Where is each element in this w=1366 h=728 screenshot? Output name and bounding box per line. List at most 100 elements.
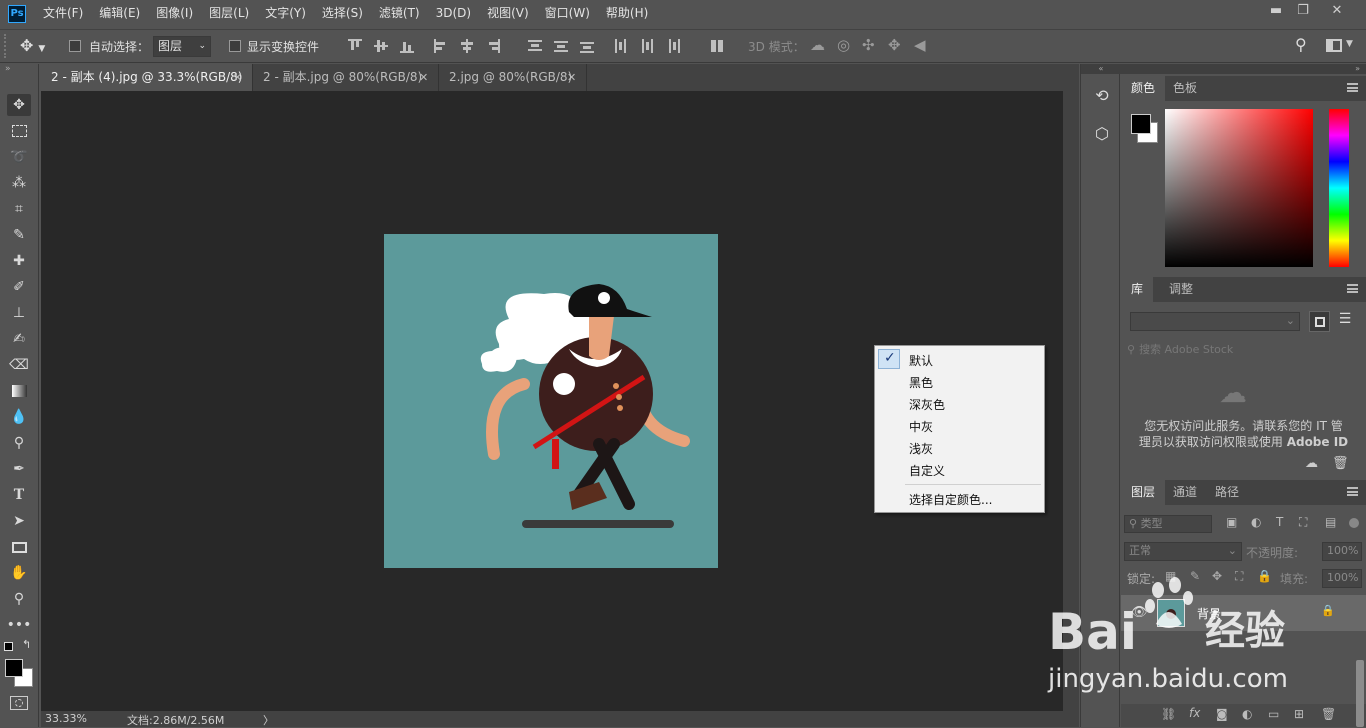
- align-hcenter-icon[interactable]: [460, 39, 474, 53]
- crop-tool-icon[interactable]: ⌗: [7, 198, 31, 220]
- list-view-icon[interactable]: ☰: [1335, 311, 1355, 332]
- rectangle-tool-icon[interactable]: [7, 536, 31, 558]
- trash-icon[interactable]: 🗑: [1332, 456, 1349, 471]
- 3d-roll-icon[interactable]: ◎: [837, 36, 850, 54]
- search-icon[interactable]: ⚲: [1295, 35, 1307, 54]
- close-icon[interactable]: ✕: [419, 64, 428, 91]
- menu-image[interactable]: 图像(I): [148, 0, 201, 27]
- tab-adjustments[interactable]: 调整: [1159, 277, 1203, 302]
- trash-icon[interactable]: 🗑: [1321, 707, 1336, 721]
- minimize-button[interactable]: ▬: [1261, 0, 1291, 22]
- type-tool-icon[interactable]: T: [7, 484, 31, 506]
- gradient-tool-icon[interactable]: [7, 380, 31, 402]
- close-window-button[interactable]: ✕: [1322, 0, 1352, 22]
- menu-3d[interactable]: 3D(D): [428, 0, 479, 27]
- panel-menu-icon[interactable]: [1347, 284, 1358, 293]
- distribute-hcenter-icon[interactable]: [640, 39, 654, 53]
- lasso-tool-icon[interactable]: ➰: [7, 146, 31, 168]
- distribute-bottom-icon[interactable]: [580, 39, 594, 53]
- blend-mode-dropdown[interactable]: 正常 ⌄: [1124, 542, 1242, 561]
- hand-tool-icon[interactable]: ✋: [7, 562, 31, 584]
- grip-handle[interactable]: [4, 34, 10, 58]
- eraser-tool-icon[interactable]: ⌫: [7, 354, 31, 376]
- menu-view[interactable]: 视图(V): [479, 0, 537, 27]
- hue-slider[interactable]: [1329, 109, 1349, 267]
- move-tool-icon[interactable]: ✥: [7, 94, 31, 116]
- distribute-left-icon[interactable]: [614, 39, 628, 53]
- menu-layer[interactable]: 图层(L): [201, 0, 257, 27]
- opacity-input[interactable]: 100%: [1322, 542, 1362, 561]
- fill-input[interactable]: 100%: [1322, 569, 1362, 588]
- tab-swatches[interactable]: 色板: [1163, 76, 1207, 101]
- 3d-orbit-icon[interactable]: ☁: [810, 36, 825, 54]
- clone-stamp-tool-icon[interactable]: ⊥: [7, 302, 31, 324]
- more-tools-icon[interactable]: •••: [7, 614, 32, 636]
- marquee-tool-icon[interactable]: [7, 120, 31, 142]
- distribute-top-icon[interactable]: [528, 39, 542, 53]
- smart-filter-icon[interactable]: ▤: [1325, 515, 1336, 529]
- layers-scrollbar[interactable]: [1356, 660, 1364, 727]
- close-icon[interactable]: ✕: [567, 64, 576, 91]
- tab-document-3[interactable]: 2.jpg @ 80%(RGB/8) ✕: [439, 64, 587, 91]
- path-selection-tool-icon[interactable]: ➤: [7, 510, 31, 532]
- adjustment-layer-icon[interactable]: ◐: [1242, 707, 1252, 721]
- lock-image-icon[interactable]: ✎: [1190, 569, 1200, 583]
- blur-tool-icon[interactable]: 💧: [7, 406, 31, 428]
- collapse-icon[interactable]: »: [5, 64, 11, 74]
- tab-channels[interactable]: 通道: [1163, 480, 1207, 505]
- collapse-icon[interactable]: »: [1121, 64, 1366, 74]
- lock-artboard-icon[interactable]: ⛶: [1235, 569, 1243, 584]
- tab-paths[interactable]: 路径: [1205, 480, 1249, 505]
- align-bottom-icon[interactable]: [400, 39, 414, 53]
- move-tool-preset[interactable]: ✥ ▼: [20, 37, 54, 57]
- lock-transparent-icon[interactable]: ▦: [1165, 569, 1176, 583]
- chevron-right-icon[interactable]: 〉: [263, 712, 274, 728]
- menu-window[interactable]: 窗口(W): [537, 0, 598, 27]
- color-field[interactable]: [1165, 109, 1313, 267]
- auto-align-icon[interactable]: [710, 39, 724, 53]
- chevron-down-icon[interactable]: ▼: [1346, 39, 1353, 49]
- pixel-filter-icon[interactable]: ▣: [1226, 515, 1237, 529]
- zoom-level[interactable]: 33.33%: [45, 712, 87, 725]
- adjustment-filter-icon[interactable]: ◐: [1251, 515, 1261, 529]
- tab-document-2[interactable]: 2 - 副本.jpg @ 80%(RGB/8) ✕: [253, 64, 439, 91]
- stock-search-input[interactable]: ⚲ 搜索 Adobe Stock: [1127, 340, 1363, 360]
- healing-brush-tool-icon[interactable]: ✚: [7, 250, 31, 272]
- history-brush-tool-icon[interactable]: ✍: [7, 328, 31, 350]
- tab-layers[interactable]: 图层: [1121, 480, 1166, 505]
- foreground-color-swatch[interactable]: [5, 659, 23, 677]
- pen-tool-icon[interactable]: ✒: [7, 458, 31, 480]
- lock-all-icon[interactable]: 🔒: [1257, 569, 1272, 583]
- fx-icon[interactable]: fx: [1189, 706, 1200, 720]
- grid-view-icon[interactable]: [1309, 311, 1330, 332]
- align-vcenter-icon[interactable]: [374, 39, 388, 53]
- zoom-tool-icon[interactable]: ⚲: [7, 588, 31, 610]
- align-right-icon[interactable]: [486, 39, 500, 53]
- workspace-icon[interactable]: [1326, 39, 1342, 52]
- layer-name[interactable]: 背景: [1197, 605, 1221, 622]
- menu-edit[interactable]: 编辑(E): [91, 0, 148, 27]
- quick-mask-icon[interactable]: [10, 696, 28, 710]
- auto-select-dropdown[interactable]: 图层 ⌄: [153, 36, 211, 57]
- default-colors-icon[interactable]: [4, 642, 13, 651]
- history-panel-icon[interactable]: ⟲: [1091, 86, 1113, 108]
- brush-tool-icon[interactable]: ✐: [7, 276, 31, 298]
- shape-filter-icon[interactable]: ⛶: [1299, 515, 1307, 530]
- group-folder-icon[interactable]: ▭: [1268, 707, 1279, 721]
- show-transform-checkbox[interactable]: [229, 40, 241, 52]
- menu-file[interactable]: 文件(F): [35, 0, 91, 27]
- menu-help[interactable]: 帮助(H): [598, 0, 656, 27]
- eye-icon[interactable]: 👁: [1131, 605, 1148, 620]
- layer-filter-dropdown[interactable]: ⚲ 类型: [1124, 515, 1212, 533]
- tab-library[interactable]: 库: [1121, 277, 1154, 302]
- lock-position-icon[interactable]: ✥: [1212, 569, 1222, 583]
- tab-document-1[interactable]: 2 - 副本 (4).jpg @ 33.3%(RGB/8) ✕: [41, 64, 253, 91]
- panel-menu-icon[interactable]: [1347, 83, 1358, 92]
- menu-item-dark-gray[interactable]: 深灰色: [909, 396, 945, 413]
- foreground-color-swatch[interactable]: [1131, 114, 1151, 134]
- layer-row-background[interactable]: 👁 背景 🔒: [1121, 595, 1366, 631]
- close-icon[interactable]: ✕: [233, 64, 242, 91]
- menu-filter[interactable]: 滤镜(T): [371, 0, 428, 27]
- eyedropper-tool-icon[interactable]: ✎: [7, 224, 31, 246]
- menu-item-medium-gray[interactable]: 中灰: [909, 418, 933, 435]
